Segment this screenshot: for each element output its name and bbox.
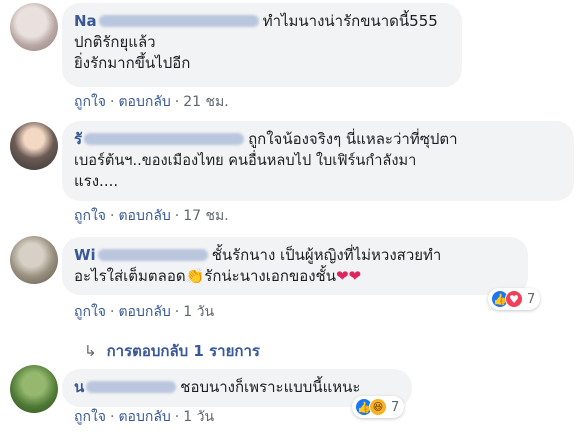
comment-text: แรง....	[74, 172, 119, 190]
avatar[interactable]	[10, 122, 58, 170]
comment-bubble: รั ถูกใจน้องจริงๆ นี่แหละว่าที่ซุปตา เบอร…	[62, 121, 574, 201]
like-link[interactable]: ถูกใจ	[74, 208, 106, 224]
author-name[interactable]: Na	[74, 12, 97, 30]
comment-text: ชอบนางก็เพราะแบบนี้แหนะ	[180, 378, 361, 396]
view-replies-link[interactable]: ↳ การตอบกลับ 1 รายการ	[84, 339, 260, 363]
author-name[interactable]: Wi	[74, 246, 96, 264]
comment-text: ทำไมนางน่ารักขนาดนี้555	[262, 12, 438, 30]
avatar[interactable]	[10, 365, 58, 413]
separator-dot: ·	[174, 94, 180, 110]
reply-link[interactable]: ตอบกลับ	[118, 409, 170, 425]
reply-link[interactable]: ตอบกลับ	[118, 94, 170, 110]
separator-dot: ·	[174, 304, 180, 320]
comment-text: ปกติรักยุแล้ว	[74, 33, 156, 51]
comment-bubble: Wi ชั้นรักนาง เป็นผู้หญิงที่ไม่หวงสวยทำ อ…	[62, 237, 528, 295]
comment-second-line: อะไรใส่เต็มตลอด👏รักน่ะนางเอกของชั้น❤❤	[74, 266, 516, 287]
timestamp[interactable]: 21 ชม.	[183, 94, 228, 110]
comment-text: ถูกใจน้องจริงๆ นี่แหละว่าที่ซุปตา	[248, 130, 458, 148]
blurred-name	[84, 133, 245, 145]
comment-author[interactable]: Na	[74, 12, 263, 30]
separator-dot: ·	[110, 304, 115, 320]
comment-bubble: Na ทำไมนางน่ารักขนาดนี้555 ปกติรักยุแล้ว …	[62, 3, 462, 87]
blurred-name	[98, 15, 259, 27]
comment-first-line: น ชอบนางก็เพราะแบบนี้แหนะ	[74, 377, 400, 398]
comment-actions: ถูกใจ · ตอบกลับ · 17 ชม.	[74, 207, 229, 225]
replies-label[interactable]: การตอบกลับ 1 รายการ	[107, 342, 260, 360]
reply-link[interactable]: ตอบกลับ	[118, 304, 170, 320]
clap-emoji: 👏	[185, 267, 205, 285]
comment-text: ยิ่งรักมากขึ้นไปอีก	[74, 54, 191, 72]
separator-dot: ·	[110, 409, 115, 425]
heart-emoji: ❤❤	[335, 267, 362, 285]
comment-first-line: Na ทำไมนางน่ารักขนาดนี้555	[74, 11, 450, 32]
separator-dot: ·	[174, 409, 180, 425]
love-reaction-icon: ♥	[505, 290, 523, 308]
timestamp[interactable]: 17 ชม.	[183, 208, 228, 224]
reply-link[interactable]: ตอบกลับ	[118, 208, 170, 224]
comment-text: ชั้นรักนาง เป็นผู้หญิงที่ไม่หวงสวยทำ	[211, 246, 442, 264]
comment-author[interactable]: น	[74, 378, 180, 396]
comment-text: อะไรใส่เต็มตลอด	[74, 267, 186, 285]
like-link[interactable]: ถูกใจ	[74, 94, 106, 110]
timestamp[interactable]: 1 วัน	[183, 304, 214, 320]
reaction-count: 7	[391, 399, 400, 415]
comment-actions: ถูกใจ · ตอบกลับ · 1 วัน	[74, 408, 214, 426]
like-link[interactable]: ถูกใจ	[74, 304, 106, 320]
avatar[interactable]	[10, 236, 58, 284]
separator-dot: ·	[174, 208, 180, 224]
blurred-name	[97, 249, 208, 261]
reaction-summary[interactable]: 👍 😆 7	[352, 396, 405, 418]
blurred-name	[86, 381, 177, 393]
haha-reaction-icon: 😆	[369, 398, 387, 416]
comment-author[interactable]: รั	[74, 130, 248, 148]
author-name[interactable]: รั	[74, 130, 82, 148]
comment-text: เบอร์ต้นฯ..ของเมืองไทย คนอื่นหลบไป ใบเฟิ…	[74, 152, 417, 169]
separator-dot: ·	[110, 94, 115, 110]
comment-first-line: Wi ชั้นรักนาง เป็นผู้หญิงที่ไม่หวงสวยทำ	[74, 245, 516, 266]
reaction-summary[interactable]: 👍 ♥ 7	[488, 288, 541, 310]
timestamp[interactable]: 1 วัน	[183, 409, 214, 425]
like-link[interactable]: ถูกใจ	[74, 409, 106, 425]
reply-arrow-icon: ↳	[84, 342, 97, 360]
comment-first-line: รั ถูกใจน้องจริงๆ นี่แหละว่าที่ซุปตา	[74, 129, 562, 150]
reaction-count: 7	[527, 291, 536, 307]
avatar[interactable]	[10, 3, 58, 51]
separator-dot: ·	[110, 208, 115, 224]
comment-actions: ถูกใจ · ตอบกลับ · 21 ชม.	[74, 93, 229, 111]
comment-text: รักน่ะนางเอกของชั้น	[204, 267, 336, 285]
comment-actions: ถูกใจ · ตอบกลับ · 1 วัน	[74, 303, 214, 321]
author-name[interactable]: น	[74, 378, 84, 396]
comment-author[interactable]: Wi	[74, 246, 212, 264]
